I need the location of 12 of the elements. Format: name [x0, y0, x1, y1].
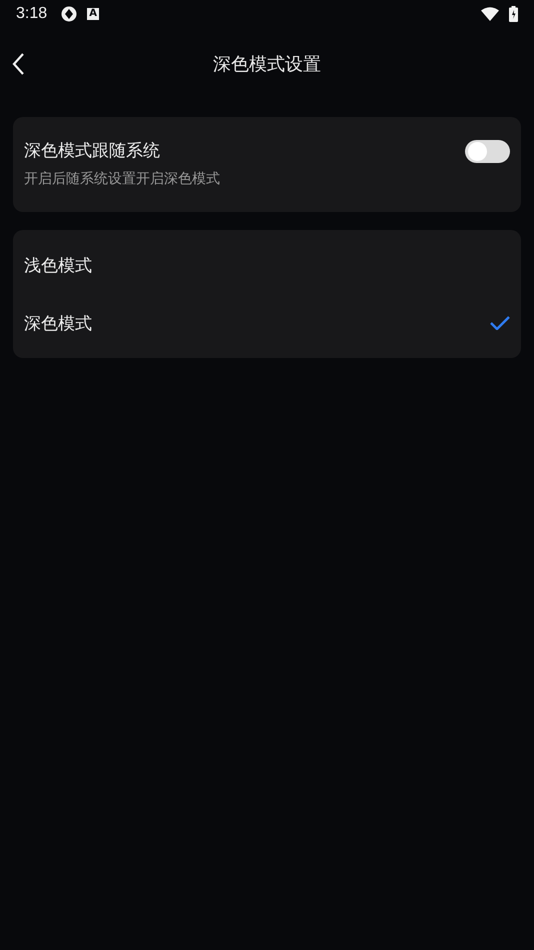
- status-time: 3:18: [16, 5, 48, 23]
- wifi-icon: [481, 7, 499, 21]
- battery-icon: [509, 6, 518, 22]
- page-title: 深色模式设置: [213, 53, 321, 76]
- notification-icon: A: [87, 8, 100, 20]
- mode-option[interactable]: 浅色模式: [13, 236, 521, 294]
- mode-option[interactable]: 深色模式: [13, 294, 521, 352]
- setting-label: 深色模式跟随系统: [24, 140, 161, 162]
- setting-description: 开启后随系统设置开启深色模式: [24, 170, 221, 188]
- back-button[interactable]: [12, 52, 26, 76]
- toggle-switch[interactable]: [465, 140, 510, 163]
- aperture-icon: [61, 6, 78, 22]
